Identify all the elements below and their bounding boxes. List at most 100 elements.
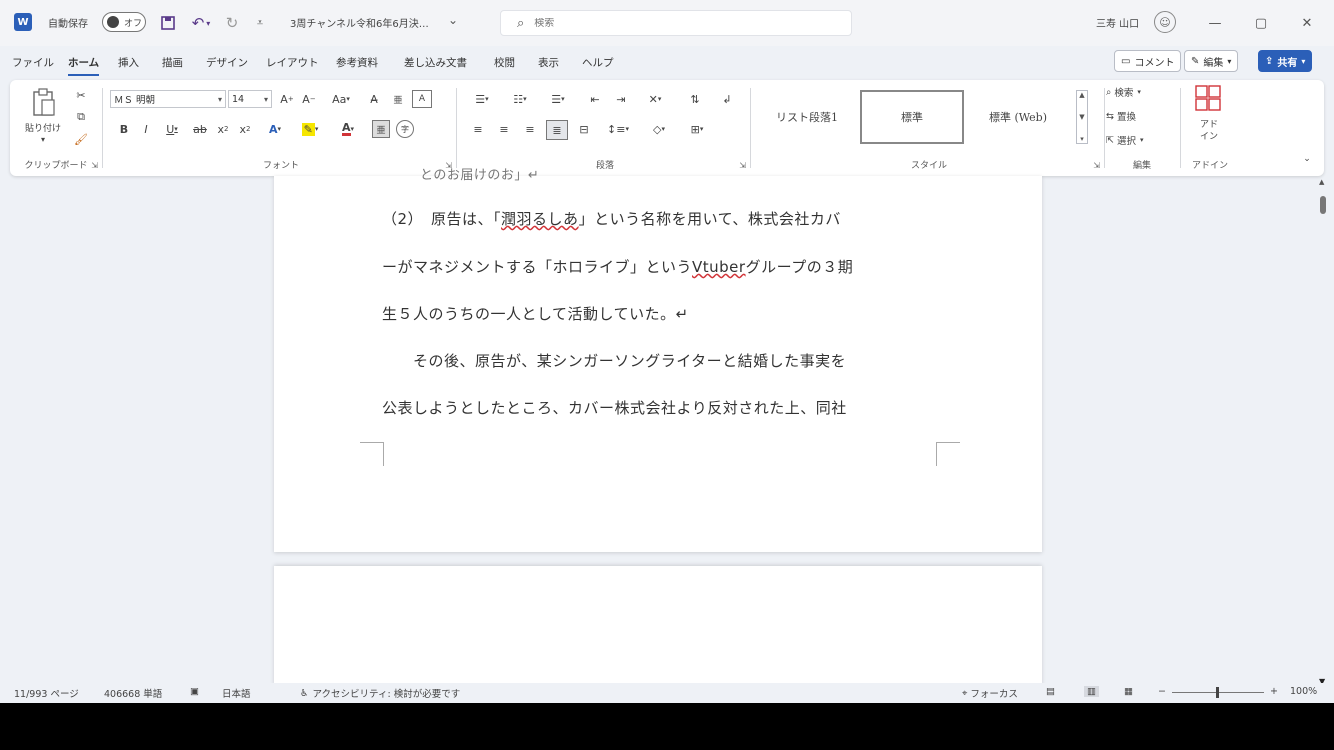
addin-grid-icon[interactable] — [1194, 84, 1222, 112]
autosave-toggle[interactable]: オフ — [102, 12, 146, 32]
tab-layout[interactable]: レイアウト — [266, 55, 319, 70]
chevron-down-icon[interactable]: ▼ — [1079, 113, 1084, 121]
user-name[interactable]: 三寿 山口 — [1096, 15, 1139, 30]
style-list-paragraph[interactable]: リスト段落1 — [754, 90, 860, 144]
character-shading-icon[interactable]: 亜 — [372, 120, 390, 138]
gallery-expand-icon[interactable]: ▾ — [1080, 135, 1084, 143]
line-spacing-icon[interactable]: ↕≡ ▾ — [602, 120, 634, 138]
grow-font-icon[interactable]: A + — [278, 90, 296, 108]
share-button[interactable]: ⇪ 共有 ▾ — [1258, 50, 1313, 72]
collapse-ribbon-icon[interactable]: ⌄ — [1300, 152, 1314, 166]
chevron-up-icon[interactable]: ▲ — [1079, 91, 1084, 99]
user-avatar-icon[interactable]: ☺ — [1154, 11, 1176, 33]
cut-icon[interactable]: ✂ — [72, 86, 90, 104]
word-count[interactable]: 406668 単語 — [104, 686, 162, 700]
format-painter-icon[interactable]: 🖌 — [72, 130, 90, 148]
undo-icon[interactable]: ↶ ▾ — [186, 13, 216, 33]
focus-mode-button[interactable]: ⌖ フォーカス — [962, 686, 1018, 701]
style-normal[interactable]: 標準 — [860, 90, 964, 144]
web-layout-icon[interactable]: ▦ — [1124, 686, 1133, 697]
paste-button[interactable]: 貼り付け — [20, 120, 66, 134]
document-page-next[interactable] — [274, 566, 1042, 686]
justify-icon[interactable]: ≣ — [546, 120, 568, 140]
highlight-color-icon[interactable]: ✎ ▾ — [296, 120, 324, 138]
styles-gallery-scroll[interactable]: ▲ ▼ ▾ — [1076, 90, 1088, 144]
proofing-icon[interactable]: ▣ — [190, 686, 199, 697]
enclose-characters-icon[interactable]: A — [412, 90, 432, 108]
addin-button[interactable]: アド イン — [1196, 116, 1222, 146]
show-formatting-marks-icon[interactable]: ↲ — [716, 90, 738, 108]
tab-review[interactable]: 校閲 — [494, 55, 515, 70]
tab-draw[interactable]: 描画 — [162, 55, 183, 70]
scroll-thumb[interactable] — [1320, 196, 1326, 214]
font-name-dropdown[interactable]: ＭＳ 明朝 ▾ — [110, 90, 226, 108]
comment-button[interactable]: ▭ コメント — [1114, 50, 1182, 72]
search-box[interactable]: ⌕ — [500, 10, 852, 36]
editing-mode-button[interactable]: ✎ 編集 ▾ — [1184, 50, 1239, 72]
change-case-icon[interactable]: Aa ▾ — [326, 90, 356, 108]
tab-design[interactable]: デザイン — [206, 55, 248, 70]
clipboard-launcher-icon[interactable]: ⇲ — [91, 161, 98, 170]
tab-home[interactable]: ホーム — [68, 55, 100, 76]
maximize-button[interactable]: ▢ — [1238, 8, 1284, 38]
document-line[interactable]: 公表しようとしたところ、カバー株式会社より反対された上、同社 — [382, 397, 847, 418]
align-left-icon[interactable]: ≡ — [468, 120, 488, 138]
chevron-down-icon[interactable]: ▾ — [38, 134, 48, 144]
bold-icon[interactable]: B — [116, 120, 132, 138]
styles-launcher-icon[interactable]: ⇲ — [1093, 161, 1100, 170]
document-line[interactable]: （2） 原告は、「潤羽るしあ」という名称を用いて、株式会社カバ — [382, 208, 841, 229]
bullets-icon[interactable]: ☰ ▾ — [466, 90, 498, 108]
tab-insert[interactable]: 挿入 — [118, 55, 139, 70]
shrink-font-icon[interactable]: A − — [300, 90, 318, 108]
italic-icon[interactable]: I — [138, 120, 154, 138]
document-line[interactable]: その後、原告が、某シンガーソングライターと結婚した事実を — [382, 350, 846, 371]
tab-references[interactable]: 参考資料 — [336, 55, 378, 70]
enclose-character-icon[interactable]: 字 — [396, 120, 414, 138]
strikethrough-icon[interactable]: ab — [190, 120, 210, 138]
zoom-slider-thumb[interactable] — [1216, 687, 1219, 698]
select-button[interactable]: ⇱ 選択 ▾ — [1106, 132, 1170, 148]
paragraph-launcher-icon[interactable]: ⇲ — [739, 161, 746, 170]
shading-icon[interactable]: ◇ ▾ — [644, 120, 674, 138]
read-mode-icon[interactable]: ▤ — [1046, 686, 1055, 697]
language-indicator[interactable]: 日本語 — [222, 686, 251, 700]
document-line[interactable]: ーがマネジメントする「ホロライブ」というVtuberグループの３期 — [382, 256, 853, 277]
borders-icon[interactable]: ⊞ ▾ — [682, 120, 712, 138]
save-icon[interactable] — [158, 13, 178, 33]
clear-formatting-icon[interactable]: A̶ — [364, 90, 384, 108]
text-effects-icon[interactable]: A ▾ — [262, 120, 288, 138]
asian-layout-icon[interactable]: ✕ ▾ — [640, 90, 670, 108]
underline-icon[interactable]: U ▾ — [160, 120, 184, 138]
chevron-down-icon[interactable]: ⌄ — [448, 13, 458, 27]
font-color-icon[interactable]: A ▾ — [334, 120, 362, 138]
vertical-scrollbar[interactable]: ▲ ▼ — [1318, 176, 1328, 686]
minimize-button[interactable]: — — [1192, 8, 1238, 38]
superscript-icon[interactable]: x2 — [236, 120, 254, 138]
search-input[interactable] — [534, 17, 815, 29]
tab-file[interactable]: ファイル — [12, 55, 54, 70]
paste-icon[interactable] — [28, 86, 60, 120]
sort-icon[interactable]: ⇅ — [684, 90, 706, 108]
zoom-in-button[interactable]: + — [1270, 686, 1278, 697]
distributed-icon[interactable]: ⊟ — [574, 120, 594, 138]
document-line[interactable]: 生５人のうちの一人として活動していた。↵ — [382, 303, 689, 324]
find-button[interactable]: ⌕ 検索 ▾ — [1106, 84, 1170, 100]
subscript-icon[interactable]: x2 — [214, 120, 232, 138]
numbering-icon[interactable]: ☷ ▾ — [504, 90, 536, 108]
phonetic-guide-icon[interactable]: 亜 — [388, 90, 408, 108]
tab-help[interactable]: ヘルプ — [582, 55, 614, 70]
multilevel-list-icon[interactable]: ☰ ▾ — [542, 90, 574, 108]
replace-button[interactable]: ⇆ 置換 — [1106, 108, 1170, 124]
increase-indent-icon[interactable]: ⇥ — [610, 90, 632, 108]
print-layout-icon[interactable]: ▥ — [1084, 686, 1099, 697]
tab-mailings[interactable]: 差し込み文書 — [404, 55, 467, 70]
zoom-level[interactable]: 100% — [1290, 686, 1317, 697]
align-right-icon[interactable]: ≡ — [520, 120, 540, 138]
document-title[interactable]: 3周チャンネル令和6年6月決… — [290, 15, 429, 30]
scroll-up-icon[interactable]: ▲ — [1319, 178, 1324, 186]
customize-toolbar-icon[interactable]: ⩡ — [250, 13, 270, 33]
zoom-out-button[interactable]: − — [1158, 686, 1166, 697]
close-button[interactable]: ✕ — [1284, 8, 1330, 38]
decrease-indent-icon[interactable]: ⇤ — [584, 90, 606, 108]
tab-view[interactable]: 表示 — [538, 55, 559, 70]
